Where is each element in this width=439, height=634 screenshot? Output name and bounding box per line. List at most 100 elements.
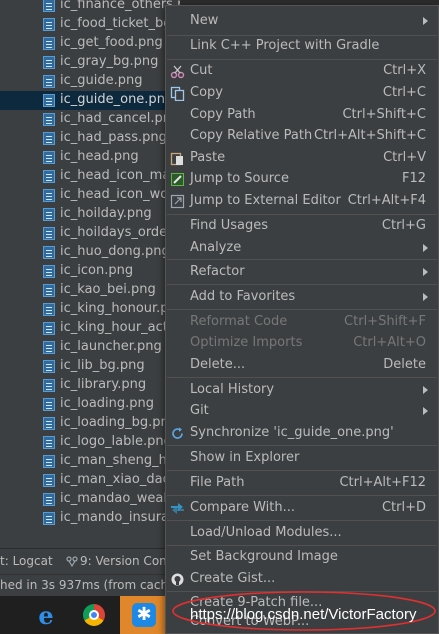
tree-row[interactable]: ic_loading_bg.png xyxy=(0,414,180,433)
menu-separator xyxy=(167,445,437,446)
menu-item-synchronize[interactable]: Synchronize 'ic_guide_one.png' xyxy=(166,423,438,444)
menu-item-compare-with[interactable]: Compare With... Ctrl+D xyxy=(166,498,438,519)
tree-row[interactable]: ic_logo_lable.png xyxy=(0,433,180,452)
image-file-icon xyxy=(43,417,55,430)
tree-row[interactable]: ic_guide.png xyxy=(0,72,180,91)
menu-label: Create Gist... xyxy=(190,571,276,586)
tree-row[interactable]: ic_food_ticket_bg. xyxy=(0,15,180,34)
file-name: ic_food_ticket_bg. xyxy=(60,16,176,31)
tree-row[interactable]: ic_mandao_wealth xyxy=(0,490,180,509)
menu-item-new[interactable]: New xyxy=(166,11,438,32)
tree-row[interactable]: ic_library.png xyxy=(0,376,180,395)
menu-item-show-explorer[interactable]: Show in Explorer xyxy=(166,448,438,469)
tree-row[interactable]: ic_get_food.png xyxy=(0,34,180,53)
menu-label: New xyxy=(190,13,219,28)
file-name: ic_head_icon_man xyxy=(60,168,179,183)
tree-row[interactable]: ic_had_pass.png xyxy=(0,129,180,148)
file-name: ic_man_sheng_huo xyxy=(60,453,180,468)
file-name: ic_head_icon_wom xyxy=(60,187,180,202)
image-file-icon xyxy=(43,436,55,449)
image-file-icon xyxy=(43,94,55,107)
menu-shortcut: Ctrl+X xyxy=(383,63,426,78)
tree-row[interactable]: ic_mando_insuran xyxy=(0,509,180,528)
file-name: ic_launcher.png xyxy=(60,339,162,354)
menu-item-copy-path[interactable]: Copy Path Ctrl+Shift+C xyxy=(166,105,438,126)
tree-row[interactable]: ic_icon.png xyxy=(0,262,180,281)
menu-label: Set Background Image xyxy=(190,549,338,564)
file-name: ic_library.png xyxy=(60,377,147,392)
chrome-icon xyxy=(83,604,105,626)
menu-item-load-unload-modules[interactable]: Load/Unload Modules... xyxy=(166,523,438,544)
menu-label: Reformat Code xyxy=(190,314,288,329)
tree-row[interactable]: ic_gray_bg.png xyxy=(0,53,180,72)
menu-item-delete[interactable]: Delete... Delete xyxy=(166,355,438,376)
menu-item-file-path[interactable]: File Path Ctrl+Alt+F12 xyxy=(166,473,438,494)
menu-shortcut: Ctrl+G xyxy=(381,218,426,233)
tree-row[interactable]: ic_hoildays_order xyxy=(0,224,180,243)
taskbar-chrome[interactable] xyxy=(70,596,118,634)
tree-row[interactable]: ic_man_xiao_dao.p xyxy=(0,471,180,490)
menu-separator xyxy=(167,470,437,471)
menu-label: Copy Path xyxy=(190,107,256,122)
menu-item-cut[interactable]: Cut Ctrl+X xyxy=(166,61,438,82)
submenu-arrow-icon xyxy=(423,386,428,394)
tree-row[interactable]: ic_hoilday.png xyxy=(0,205,180,224)
tree-row[interactable]: ic_head_icon_wom xyxy=(0,186,180,205)
tree-row[interactable]: ic_man_sheng_huo xyxy=(0,452,180,471)
menu-shortcut: Delete xyxy=(383,357,426,372)
tree-row[interactable]: ic_had_cancel.png xyxy=(0,110,180,129)
file-name: ic_guide_one.png xyxy=(60,92,174,107)
tree-row[interactable]: ic_loading.png xyxy=(0,395,180,414)
tree-row[interactable]: ic_king_honour.pn xyxy=(0,300,180,319)
file-name: ic_finance_others.p xyxy=(60,0,180,12)
tree-row[interactable]: ic_king_hour_activ xyxy=(0,319,180,338)
menu-label: File Path xyxy=(190,475,245,490)
taskbar-app-partial[interactable] xyxy=(0,596,8,634)
github-icon xyxy=(170,572,185,587)
tree-row[interactable]: ic_head.png xyxy=(0,148,180,167)
tree-row-selected[interactable]: ic_guide_one.png xyxy=(0,91,180,110)
tree-row[interactable]: ic_finance_others.p xyxy=(0,0,180,15)
taskbar-active-app[interactable]: ✱ xyxy=(120,596,168,634)
menu-item-jump-external[interactable]: Jump to External Editor Ctrl+Alt+F4 xyxy=(166,191,438,212)
menu-item-link-cpp[interactable]: Link C++ Project with Gradle xyxy=(166,36,438,57)
menu-item-git[interactable]: Git xyxy=(166,401,438,422)
menu-item-local-history[interactable]: Local History xyxy=(166,380,438,401)
tree-row[interactable]: ic_head_icon_man xyxy=(0,167,180,186)
menu-item-find-usages[interactable]: Find Usages Ctrl+G xyxy=(166,216,438,237)
image-file-icon xyxy=(43,341,55,354)
tree-row[interactable]: ic_lib_bg.png xyxy=(0,357,180,376)
file-name: ic_had_cancel.png xyxy=(60,111,180,126)
file-name: ic_mando_insuran xyxy=(60,510,178,525)
edit-pencil-icon xyxy=(170,172,185,187)
menu-item-set-background[interactable]: Set Background Image xyxy=(166,547,438,568)
tree-row[interactable]: ic_huo_dong.png xyxy=(0,243,180,262)
menu-item-paste[interactable]: Paste Ctrl+V xyxy=(166,148,438,169)
menu-item-analyze[interactable]: Analyze xyxy=(166,238,438,259)
file-name: ic_king_honour.pn xyxy=(60,301,177,316)
tree-row[interactable]: ic_kao_bei.png xyxy=(0,281,180,300)
menu-label: Jump to Source xyxy=(190,171,289,186)
project-file-tree[interactable]: ic_finance_others.p ic_food_ticket_bg. i… xyxy=(0,0,180,545)
menu-item-add-favorites[interactable]: Add to Favorites xyxy=(166,287,438,308)
file-name: ic_gray_bg.png xyxy=(60,54,159,69)
version-control-tab[interactable]: 9: Version Contr xyxy=(80,554,176,568)
menu-item-jump-to-source[interactable]: Jump to Source F12 xyxy=(166,169,438,190)
image-file-icon xyxy=(43,455,55,468)
file-name: ic_loading.png xyxy=(60,396,155,411)
compare-arrows-icon xyxy=(170,501,185,516)
menu-item-copy-relative-path[interactable]: Copy Relative Path Ctrl+Alt+Shift+C xyxy=(166,126,438,147)
menu-item-refactor[interactable]: Refactor xyxy=(166,262,438,283)
menu-item-copy[interactable]: Copy Ctrl+C xyxy=(166,83,438,104)
menu-shortcut: Ctrl+V xyxy=(383,150,426,165)
menu-shortcut: Ctrl+C xyxy=(382,85,426,100)
tree-row[interactable]: ic_launcher.png xyxy=(0,338,180,357)
menu-item-create-gist[interactable]: Create Gist... xyxy=(166,569,438,590)
watermark-url: https://blog.csdn.net/VictorFactory xyxy=(190,606,417,623)
sync-icon xyxy=(170,426,185,441)
taskbar-ie[interactable]: e xyxy=(22,596,70,634)
file-name: ic_king_hour_activ xyxy=(60,320,180,335)
logcat-tab[interactable]: t: Logcat xyxy=(0,554,53,568)
menu-label: Refactor xyxy=(190,264,245,279)
menu-label: Cut xyxy=(190,63,213,78)
